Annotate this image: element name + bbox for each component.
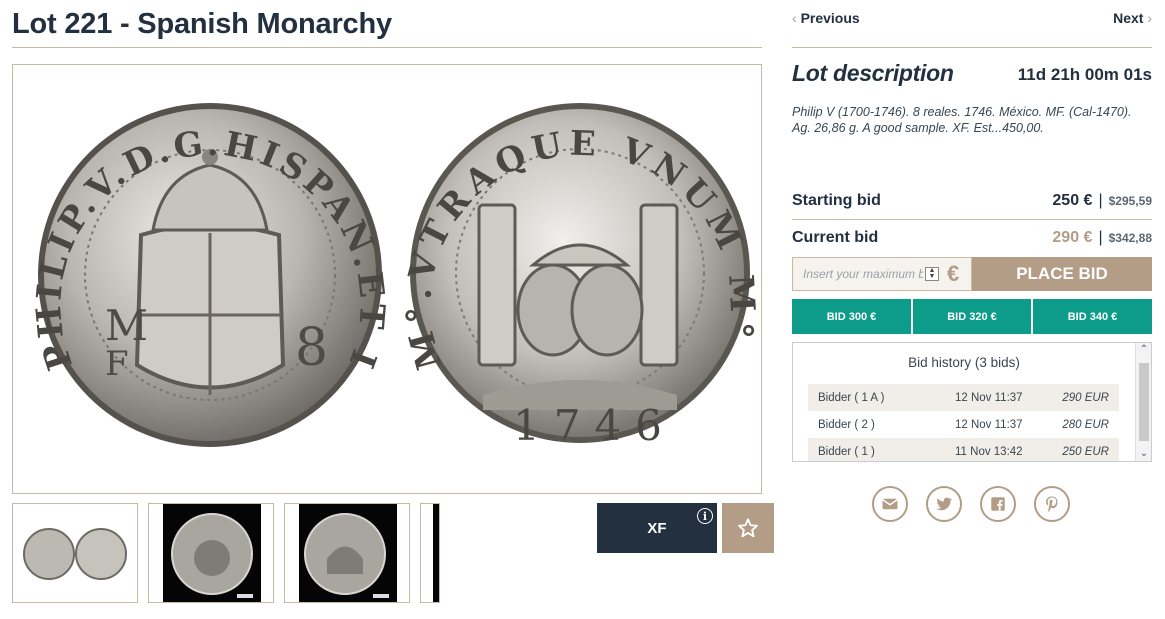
bidder-name: Bidder ( 1 A ) [818, 391, 885, 404]
history-scrollbar[interactable]: ⌃ ⌄ [1135, 343, 1151, 461]
bidder-name: Bidder ( 1 ) [818, 445, 875, 458]
next-lot-link[interactable]: Next › [1113, 10, 1152, 26]
bid-history-title: Bid history (3 bids) [908, 355, 1020, 370]
bid-history-panel[interactable]: Bid history (3 bids) Bidder ( 1 A ) 12 N… [792, 342, 1152, 462]
number-spinner-icon[interactable]: ▲ ▼ [925, 267, 939, 281]
title-divider [12, 47, 762, 48]
bidder-name: Bidder ( 2 ) [818, 418, 875, 431]
previous-lot-link[interactable]: ‹ Previous [792, 10, 860, 26]
scroll-thumb[interactable] [1139, 363, 1149, 441]
share-pinterest-button[interactable] [1034, 486, 1070, 522]
star-icon [738, 518, 758, 538]
grade-badge-button[interactable]: XF i [597, 503, 717, 553]
grade-label: XF [647, 519, 667, 537]
current-bid-label: Current bid [792, 229, 879, 246]
previous-label: Previous [800, 10, 860, 26]
main-coin-image[interactable]: M F 8 PHILIP.V.D.G.HISPAN.ET IND.REX [12, 64, 762, 494]
bid-history-row: Bidder ( 2 ) 12 Nov 11:37 280 EUR [808, 411, 1119, 438]
current-bid-amount: 290 € [1052, 229, 1093, 246]
quick-bid-300-button[interactable]: BID 300 € [792, 299, 911, 334]
euro-icon: € [947, 261, 960, 286]
bid-amount: 280 EUR [1062, 418, 1109, 431]
share-email-button[interactable] [872, 486, 908, 522]
starting-bid-separator: | [1098, 192, 1103, 209]
current-bid-converted: $342,88 [1108, 231, 1152, 245]
coin-reverse: M°.VTRAQUE VNUM M° 1746 [399, 103, 756, 450]
bid-time: 12 Nov 11:37 [955, 391, 1023, 404]
favorite-button[interactable] [722, 503, 774, 553]
starting-bid-converted: $295,59 [1108, 194, 1152, 208]
chevron-left-icon: ‹ [792, 10, 801, 26]
auction-countdown: 11d 21h 00m 01s [1017, 65, 1152, 84]
bid-amount: 250 EUR [1062, 445, 1109, 458]
bid-amount: 290 EUR [1062, 391, 1109, 404]
twitter-icon [936, 497, 952, 511]
lot-description-text: Philip V (1700-1746). 8 reales. 1746. Mé… [792, 105, 1132, 135]
bid-time: 11 Nov 13:42 [955, 445, 1023, 458]
svg-text:M: M [105, 301, 148, 350]
quick-bid-320-button[interactable]: BID 320 € [913, 299, 1031, 334]
bid-history-row: Bidder ( 1 ) 11 Nov 13:42 250 EUR [808, 438, 1119, 461]
nav-divider [792, 47, 1152, 48]
chevron-right-icon: › [1143, 10, 1152, 26]
lot-description-heading: Lot description [792, 60, 954, 86]
current-bid-row: Current bid 290 € | $342,88 [792, 229, 1152, 253]
social-share-bar [872, 486, 1072, 522]
svg-text:F: F [105, 344, 129, 384]
thumbnail-4[interactable] [420, 503, 440, 603]
thumbnail-3[interactable] [284, 503, 410, 603]
max-bid-field: ▲▼ € [792, 257, 972, 291]
thumbnail-1[interactable] [12, 503, 138, 603]
share-twitter-button[interactable] [926, 486, 962, 522]
coin-obverse: M F 8 PHILIP.V.D.G.HISPAN.ET IND.REX [13, 65, 388, 447]
info-icon[interactable]: i [697, 508, 713, 524]
pinterest-icon [1046, 496, 1058, 513]
starting-bid-row: Starting bid 250 € | $295,59 [792, 192, 1152, 216]
starting-bid-amount: 250 € [1052, 192, 1093, 209]
scroll-down-icon[interactable]: ⌄ [1136, 447, 1151, 461]
bid-divider [792, 219, 1152, 220]
place-bid-button[interactable]: PLACE BID [972, 257, 1152, 291]
bid-history-row: Bidder ( 1 A ) 12 Nov 11:37 290 EUR [808, 384, 1119, 411]
next-label: Next [1113, 10, 1144, 26]
facebook-icon [991, 497, 1005, 511]
bid-time: 12 Nov 11:37 [955, 418, 1023, 431]
svg-text:8: 8 [295, 318, 328, 378]
share-facebook-button[interactable] [980, 486, 1016, 522]
mail-icon [882, 498, 898, 510]
page-title: Lot 221 - Spanish Monarchy [12, 8, 392, 40]
svg-text:1746: 1746 [513, 401, 676, 450]
thumbnail-2[interactable] [148, 503, 274, 603]
max-bid-input[interactable] [793, 259, 923, 289]
starting-bid-label: Starting bid [792, 192, 881, 209]
quick-bid-340-button[interactable]: BID 340 € [1033, 299, 1152, 334]
current-bid-separator: | [1098, 229, 1103, 246]
scroll-up-icon[interactable]: ⌃ [1136, 343, 1151, 357]
